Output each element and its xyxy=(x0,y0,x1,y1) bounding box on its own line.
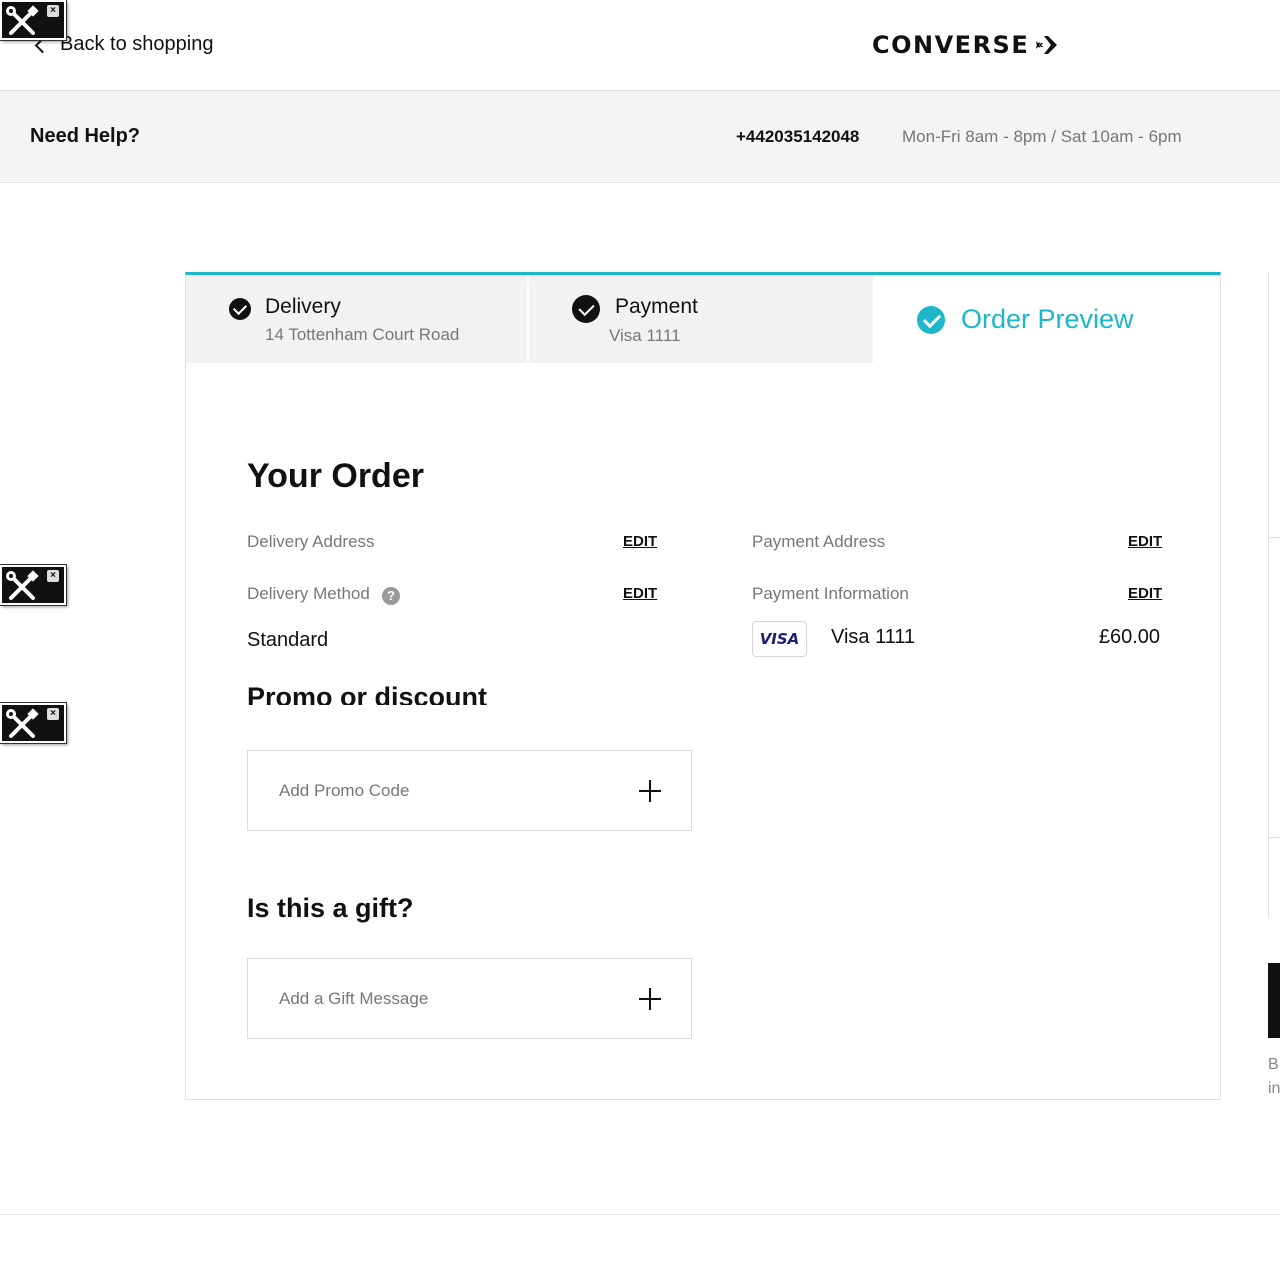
payment-address-label: Payment Address xyxy=(752,532,886,551)
place-order-button[interactable] xyxy=(1268,963,1280,1038)
delivery-address-label: Delivery Address xyxy=(247,532,375,551)
step-order-preview-title: Order Preview xyxy=(961,304,1134,334)
help-hours: Mon-Fri 8am - 8pm / Sat 10am - 6pm xyxy=(902,127,1182,146)
checkout-steps: Delivery 14 Tottenham Court Road Payment… xyxy=(186,275,1220,363)
summary-note-line-2: in xyxy=(1268,1080,1280,1097)
delivery-method-label: Delivery Method xyxy=(247,584,370,603)
edit-delivery-method-link[interactable]: EDIT xyxy=(623,585,657,602)
check-circle-icon xyxy=(917,306,945,334)
delivery-method-value: Standard xyxy=(247,629,329,651)
checkout-card: Delivery 14 Tottenham Court Road Payment… xyxy=(185,272,1221,1100)
promo-title: Promo or discount xyxy=(247,682,488,705)
tools-widget[interactable]: × xyxy=(0,703,66,743)
payment-amount: £60.00 xyxy=(1098,626,1160,648)
plus-icon xyxy=(639,780,661,802)
payment-card-label: Visa 1111 xyxy=(831,626,916,648)
help-bar: Need Help? +442035142048 Mon-Fri 8am - 8… xyxy=(0,90,1280,183)
order-summary-panel-edge xyxy=(1268,273,1280,918)
tools-widget[interactable]: × xyxy=(0,0,66,40)
step-payment-title: Payment xyxy=(615,295,698,318)
edit-payment-address-link[interactable]: EDIT xyxy=(1128,533,1162,550)
back-to-shopping-label: Back to shopping xyxy=(60,32,214,55)
help-title: Need Help? xyxy=(30,125,141,147)
check-circle-icon xyxy=(229,298,251,320)
step-order-preview: Order Preview xyxy=(873,275,1220,363)
summary-divider xyxy=(1269,837,1280,838)
summary-note-line-1: B xyxy=(1268,1056,1279,1073)
payment-information-label: Payment Information xyxy=(752,584,909,603)
add-promo-code-label: Add Promo Code xyxy=(279,781,410,800)
gift-title: Is this a gift? xyxy=(247,893,414,923)
logo-text: CONVERSE xyxy=(872,31,1030,59)
converse-logo[interactable]: CONVERSE xyxy=(872,30,1059,60)
step-delivery-subtitle: 14 Tottenham Court Road xyxy=(265,325,460,344)
step-delivery[interactable]: Delivery 14 Tottenham Court Road xyxy=(186,275,529,363)
tools-icon xyxy=(6,570,39,600)
step-payment-subtitle: Visa 1111 xyxy=(609,326,681,345)
add-gift-message-label: Add a Gift Message xyxy=(279,989,429,1008)
converse-star-chevron-icon xyxy=(1036,36,1058,54)
close-icon[interactable]: × xyxy=(47,570,59,582)
footer-divider xyxy=(0,1214,1280,1215)
add-promo-code-button[interactable]: Add Promo Code xyxy=(247,750,692,831)
page-title: Your Order xyxy=(247,457,424,495)
plus-icon xyxy=(639,988,661,1010)
edit-payment-information-link[interactable]: EDIT xyxy=(1128,585,1162,602)
step-payment[interactable]: Payment Visa 1111 xyxy=(529,275,873,363)
add-gift-message-button[interactable]: Add a Gift Message xyxy=(247,958,692,1039)
edit-delivery-address-link[interactable]: EDIT xyxy=(623,533,657,550)
check-circle-icon xyxy=(572,295,600,323)
tools-icon xyxy=(6,5,39,35)
step-delivery-title: Delivery xyxy=(265,295,341,318)
close-icon[interactable]: × xyxy=(47,5,59,17)
top-bar: Back to shopping CONVERSE xyxy=(0,0,1280,90)
close-icon[interactable]: × xyxy=(47,708,59,720)
visa-logo-icon: VISA xyxy=(752,621,807,657)
summary-divider xyxy=(1269,537,1280,538)
tools-widget[interactable]: × xyxy=(0,565,66,605)
tools-icon xyxy=(6,708,39,738)
question-icon[interactable]: ? xyxy=(382,587,400,605)
help-phone-link[interactable]: +442035142048 xyxy=(736,127,859,147)
